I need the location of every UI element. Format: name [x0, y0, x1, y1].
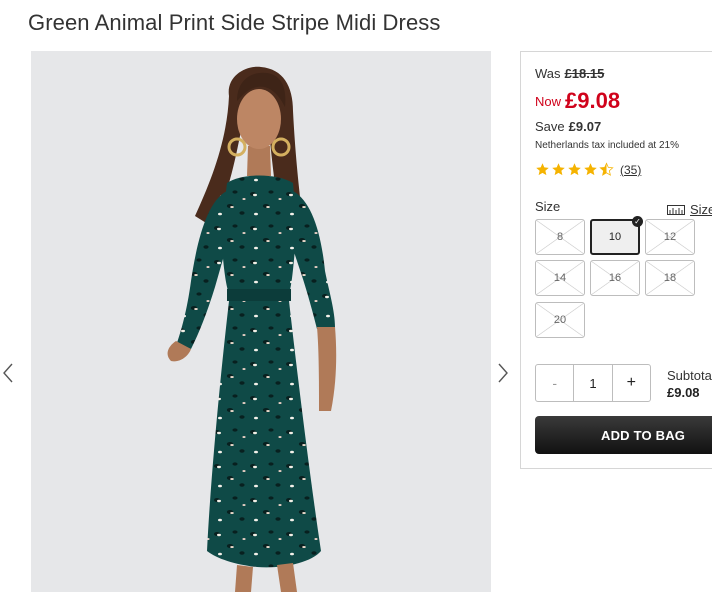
- star-full-icon: [536, 163, 549, 176]
- save-row: Save £9.07: [535, 119, 601, 134]
- subtotal-label: Subtotal: [667, 368, 712, 383]
- was-label: Was: [535, 66, 561, 81]
- save-amount: £9.07: [568, 119, 602, 134]
- chevron-right-icon: [498, 363, 508, 383]
- ruler-icon: [667, 204, 685, 215]
- size-option-12[interactable]: 12: [645, 219, 695, 255]
- product-image[interactable]: [31, 51, 491, 592]
- quantity-value[interactable]: 1: [574, 365, 611, 401]
- checkmark-icon: ✓: [632, 216, 643, 227]
- star-half-icon: [599, 162, 614, 176]
- now-price-row: Now £9.08: [535, 88, 620, 114]
- quantity-increase-button[interactable]: +: [611, 365, 650, 401]
- add-to-bag-button[interactable]: ADD TO BAG: [535, 416, 712, 454]
- now-label: Now: [535, 94, 562, 109]
- size-option-20[interactable]: 20: [535, 302, 585, 338]
- chevron-left-icon: [3, 363, 13, 383]
- page-title: Green Animal Print Side Stripe Midi Dres…: [28, 10, 441, 35]
- rating-stars: (35): [535, 162, 641, 177]
- quantity-stepper: - 1 +: [535, 364, 651, 402]
- model-dress-illustration: [167, 66, 337, 592]
- review-count-link[interactable]: (35): [620, 163, 641, 177]
- save-label: Save: [535, 119, 565, 134]
- size-option-8[interactable]: 8: [535, 219, 585, 255]
- size-option-10[interactable]: 10 ✓: [590, 216, 643, 255]
- star-full-icon: [584, 163, 597, 176]
- size-option-18[interactable]: 18: [645, 260, 695, 296]
- size-label: Size: [535, 199, 561, 214]
- tax-note: Netherlands tax included at 21%: [535, 140, 679, 151]
- star-full-icon: [552, 163, 565, 176]
- gallery-next-button[interactable]: [497, 362, 511, 386]
- size-option-14[interactable]: 14: [535, 260, 585, 296]
- was-price-row: Was £18.15: [535, 66, 604, 81]
- size-guide-label: Size: [690, 202, 712, 217]
- purchase-panel: Was £18.15 Now £9.08 Save £9.07 Netherlands…: [520, 51, 712, 469]
- size-guide-link[interactable]: Size: [667, 202, 712, 217]
- star-full-icon: [568, 163, 581, 176]
- was-price: £18.15: [564, 66, 605, 81]
- now-price: £9.08: [565, 88, 621, 113]
- size-option-16[interactable]: 16: [590, 260, 640, 296]
- gallery-prev-button[interactable]: [2, 362, 16, 386]
- subtotal-value: £9.08: [667, 385, 700, 400]
- quantity-decrease-button[interactable]: -: [536, 365, 575, 401]
